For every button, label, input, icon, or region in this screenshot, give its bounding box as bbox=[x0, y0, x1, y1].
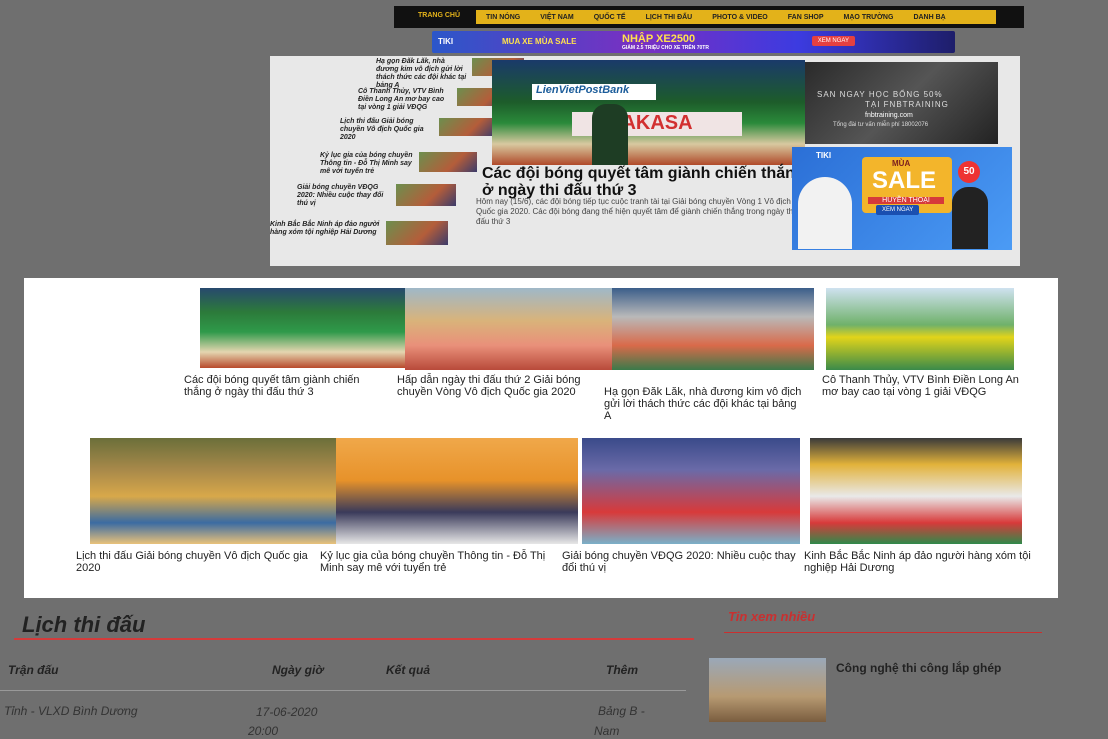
ad1-line3: fnbtraining.com bbox=[865, 112, 913, 119]
grid-card-title[interactable]: Kinh Bắc Bắc Ninh áp đảo người hàng xóm … bbox=[804, 550, 1034, 574]
grid-card-title[interactable]: Lịch thi đấu Giải bóng chuyền Vô địch Qu… bbox=[76, 550, 316, 574]
grid-card-title[interactable]: Hạ gọn Đăk Lăk, nhà đương kim vô địch gử… bbox=[604, 386, 804, 422]
nav-home-link[interactable]: Trang chủ bbox=[418, 12, 460, 19]
schedule-match[interactable]: Tỉnh - VLXD Bình Dương bbox=[4, 704, 138, 718]
schedule-divider bbox=[14, 638, 694, 640]
top-nav: Trang chủ Tin nóng Việt Nam Quốc tế Lịch… bbox=[394, 6, 1024, 28]
side-news-title[interactable]: Lịch thi đấu Giải bóng chuyền Vô địch Qu… bbox=[340, 118, 435, 142]
schedule-row-divider bbox=[0, 690, 686, 691]
player-silhouette bbox=[592, 104, 628, 165]
nav-item-quoc-te[interactable]: Quốc tế bbox=[584, 14, 636, 21]
grid-card-image[interactable] bbox=[582, 438, 800, 544]
side-news-thumb[interactable] bbox=[439, 118, 495, 136]
banner-code: NHẬP XE2500 bbox=[622, 33, 696, 45]
sponsor-banner: LienVietPostBank bbox=[532, 84, 656, 100]
grid-card-title[interactable]: Kỷ lục gia của bóng chuyền Thông tin - Đ… bbox=[320, 550, 560, 574]
grid-card-image[interactable] bbox=[810, 438, 1022, 544]
nav-item-viet-nam[interactable]: Việt Nam bbox=[530, 14, 583, 21]
grid-card-title[interactable]: Giải bóng chuyền VĐQG 2020: Nhiều cuộc t… bbox=[562, 550, 802, 574]
banner-cta-button[interactable]: XEM NGAY bbox=[811, 36, 855, 46]
ad2-person-left bbox=[798, 177, 852, 249]
side-news-item[interactable]: Kinh Bắc Bắc Ninh áp đảo người hàng xóm … bbox=[270, 221, 448, 245]
tiki-logo: TIKI bbox=[438, 37, 454, 46]
schedule-date: 17-06-2020 bbox=[256, 705, 318, 719]
most-read-title: Tin xem nhiều bbox=[728, 609, 816, 624]
nav-item-danh-ba[interactable]: Danh bạ bbox=[903, 14, 955, 21]
grid-card-title[interactable]: Các đội bóng quyết tâm giành chiến thắng… bbox=[184, 374, 384, 398]
ad2-line2: SALE bbox=[872, 167, 937, 194]
most-read-thumb[interactable] bbox=[709, 658, 826, 722]
schedule-time: 20:00 bbox=[248, 724, 279, 738]
ad2-person-right bbox=[952, 187, 988, 249]
schedule-header-result: Kết quả bbox=[386, 663, 431, 677]
side-news-item[interactable]: Giải bóng chuyền VĐQG 2020: Nhiều cuộc t… bbox=[297, 184, 456, 208]
schedule-header-match: Trận đấu bbox=[8, 663, 59, 677]
ad2-cta-button[interactable]: XEM NGAY bbox=[876, 205, 920, 215]
schedule-header-date: Ngày giờ bbox=[272, 663, 324, 677]
ad-fnbtraining[interactable]: SAN NGAY HỌC BỔNG 50% TẠI FNBTRAINING fn… bbox=[805, 62, 998, 144]
side-news-title[interactable]: Hạ gọn Đăk Lăk, nhà đương kim vô địch gử… bbox=[376, 58, 468, 90]
most-read-divider bbox=[724, 632, 1042, 633]
side-news-title[interactable]: Kỷ lục gia của bóng chuyền Thông tin - Đ… bbox=[320, 152, 415, 176]
grid-card-image[interactable] bbox=[826, 288, 1014, 370]
schedule-more-gender: Nam bbox=[594, 724, 620, 738]
nav-item-tin-nong[interactable]: Tin nóng bbox=[476, 14, 530, 21]
nav-menu: Tin nóng Việt Nam Quốc tế Lịch thi đấu P… bbox=[476, 10, 996, 24]
grid-card-image[interactable] bbox=[90, 438, 356, 544]
ad1-line2: TẠI FNBTRAINING bbox=[865, 100, 949, 109]
grid-card-image[interactable] bbox=[405, 288, 620, 370]
side-news-title[interactable]: Cô Thanh Thủy, VTV Bình Điền Long An mơ … bbox=[358, 88, 453, 112]
most-read-item-title[interactable]: Công nghệ thi công lắp ghép bbox=[836, 661, 1001, 675]
ad1-line1: SAN NGAY HỌC BỔNG 50% bbox=[817, 90, 943, 99]
ad-tiki-sale[interactable]: TIKI MÙA SALE HUYỀN THOẠI 50 XEM NGAY bbox=[792, 147, 1012, 250]
feature-description: Hôm nay (15/6), các đội bóng tiếp tục cu… bbox=[476, 197, 795, 226]
side-news-thumb[interactable] bbox=[419, 152, 477, 172]
feature-image[interactable]: LienVietPostBank AKASA bbox=[492, 60, 805, 165]
side-news-thumb[interactable] bbox=[396, 184, 456, 206]
schedule-header-more: Thêm bbox=[606, 663, 639, 677]
schedule-title: Lịch thi đấu bbox=[22, 612, 146, 637]
side-news-thumb[interactable] bbox=[386, 221, 448, 245]
banner-left-text: MUA XE MÙA SALE bbox=[502, 37, 577, 46]
nav-item-photo-video[interactable]: Photo & Video bbox=[702, 14, 778, 21]
side-news-item[interactable]: Lịch thi đấu Giải bóng chuyền Vô địch Qu… bbox=[340, 118, 495, 142]
grid-card-image[interactable] bbox=[612, 288, 814, 370]
top-banner-ad[interactable]: TIKI MUA XE MÙA SALE NHẬP XE2500 GIẢM 2.… bbox=[432, 31, 955, 53]
grid-card-title[interactable]: Cô Thanh Thủy, VTV Bình Điền Long An mơ … bbox=[822, 374, 1022, 398]
ad2-line3: HUYỀN THOẠI bbox=[868, 197, 944, 204]
side-news-item[interactable]: Kỷ lục gia của bóng chuyền Thông tin - Đ… bbox=[320, 152, 477, 176]
side-news-title[interactable]: Giải bóng chuyền VĐQG 2020: Nhiều cuộc t… bbox=[297, 184, 392, 208]
ad1-line4: Tổng đài tư vấn miễn phí 18002076 bbox=[833, 122, 929, 128]
nav-item-lich-thi-dau[interactable]: Lịch thi đấu bbox=[636, 14, 703, 21]
ad2-brand: TIKI bbox=[816, 151, 832, 160]
side-news-title[interactable]: Kinh Bắc Bắc Ninh áp đảo người hàng xóm … bbox=[270, 221, 382, 237]
banner-sub: GIẢM 2.5 TRIỆU CHO XE TRÊN 70TR bbox=[622, 45, 709, 51]
schedule-more-group: Bảng B - bbox=[598, 704, 645, 718]
side-news-item[interactable]: Cô Thanh Thủy, VTV Bình Điền Long An mơ … bbox=[358, 88, 511, 112]
grid-card-image[interactable] bbox=[336, 438, 578, 544]
nav-item-fan-shop[interactable]: Fan shop bbox=[778, 14, 834, 21]
grid-card-title[interactable]: Hấp dẫn ngày thi đấu thứ 2 Giải bóng chu… bbox=[397, 374, 597, 398]
grid-card-image[interactable] bbox=[200, 288, 425, 368]
ad2-badge: 50 bbox=[958, 161, 980, 183]
feature-title[interactable]: Các đội bóng quyết tâm giành chiến thắng… bbox=[482, 165, 812, 199]
nav-item-mao-truong[interactable]: Mạo trường bbox=[834, 14, 904, 21]
